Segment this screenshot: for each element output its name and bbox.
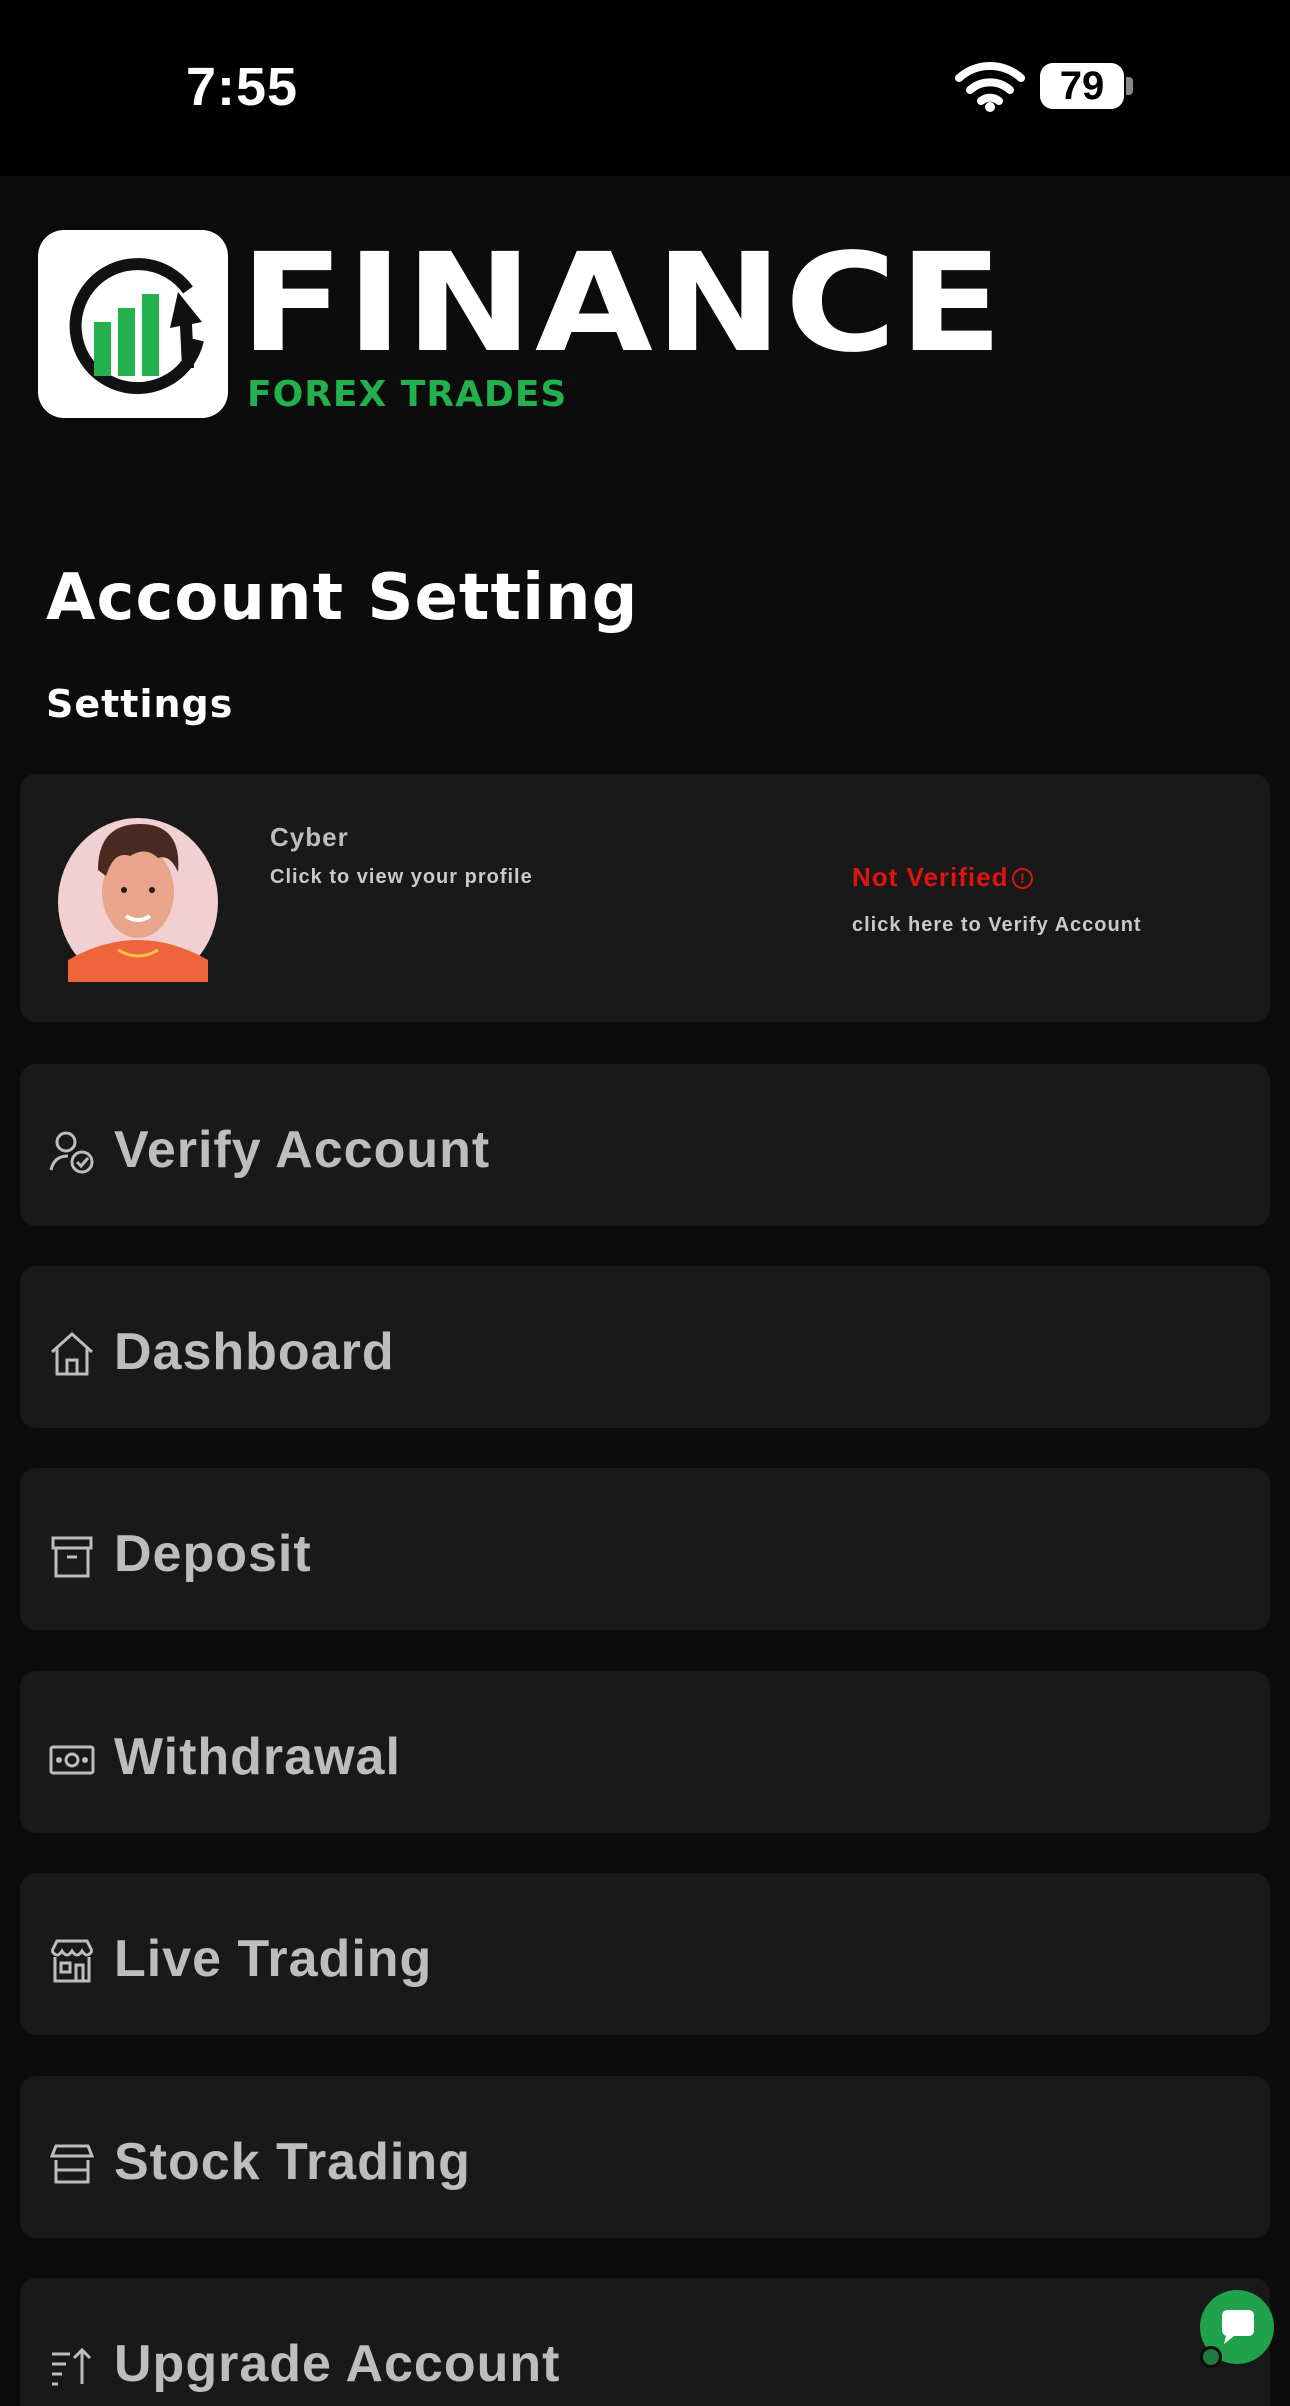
menu-label: Dashboard	[114, 1323, 395, 1381]
menu-item-deposit[interactable]: Deposit	[20, 1468, 1270, 1630]
status-bar: 7:55 79	[0, 0, 1290, 176]
chat-status-dot	[1200, 2346, 1222, 2368]
avatar	[58, 818, 218, 982]
menu-label: Verify Account	[114, 1121, 491, 1179]
menu-label: Upgrade Account	[114, 2335, 561, 2393]
archive-icon	[51, 1536, 93, 1578]
brand-name: FINANCE	[240, 225, 1006, 383]
menu-label: Withdrawal	[114, 1728, 401, 1786]
menu-label: Deposit	[114, 1525, 312, 1583]
menu-label: Stock Trading	[114, 2133, 471, 2191]
profile-name: Cyber	[270, 822, 349, 852]
verification-status: Not Verified!	[852, 862, 1034, 893]
menu-item-verify-account[interactable]: Verify Account	[20, 1064, 1270, 1226]
battery-indicator: 79	[1040, 63, 1124, 109]
store-icon	[50, 1939, 94, 1983]
user-check-icon	[49, 1131, 94, 1174]
section-label: Settings	[46, 682, 234, 726]
alert-circle-icon: !	[1012, 868, 1034, 889]
sort-up-icon	[52, 2347, 92, 2386]
main-content: FINANCE FOREX TRADES Account Setting Set…	[0, 176, 1290, 2406]
menu-item-stock-trading[interactable]: Stock Trading	[20, 2076, 1270, 2238]
profile-card[interactable]: Cyber Click to view your profile Not Ver…	[20, 774, 1270, 1022]
menu-item-live-trading[interactable]: Live Trading	[20, 1873, 1270, 2035]
menu-item-withdrawal[interactable]: Withdrawal	[20, 1671, 1270, 1833]
shop-icon	[49, 2144, 95, 2184]
home-icon	[50, 1331, 94, 1376]
banknote-icon	[49, 1745, 95, 1775]
page-title: Account Setting	[46, 561, 639, 635]
view-profile-link[interactable]: Click to view your profile	[270, 866, 533, 889]
verify-account-link[interactable]: click here to Verify Account	[852, 914, 1142, 937]
logo-icon[interactable]	[38, 230, 228, 418]
menu-item-dashboard[interactable]: Dashboard	[20, 1266, 1270, 1428]
menu-label: Live Trading	[114, 1930, 433, 1988]
verification-status-label: Not Verified	[852, 862, 1009, 892]
status-time: 7:55	[186, 57, 299, 117]
menu-item-upgrade-account[interactable]: Upgrade Account	[20, 2278, 1270, 2406]
wifi-icon	[955, 62, 1025, 112]
brand-tagline: FOREX TRADES	[247, 374, 568, 415]
battery-cap	[1126, 77, 1133, 95]
